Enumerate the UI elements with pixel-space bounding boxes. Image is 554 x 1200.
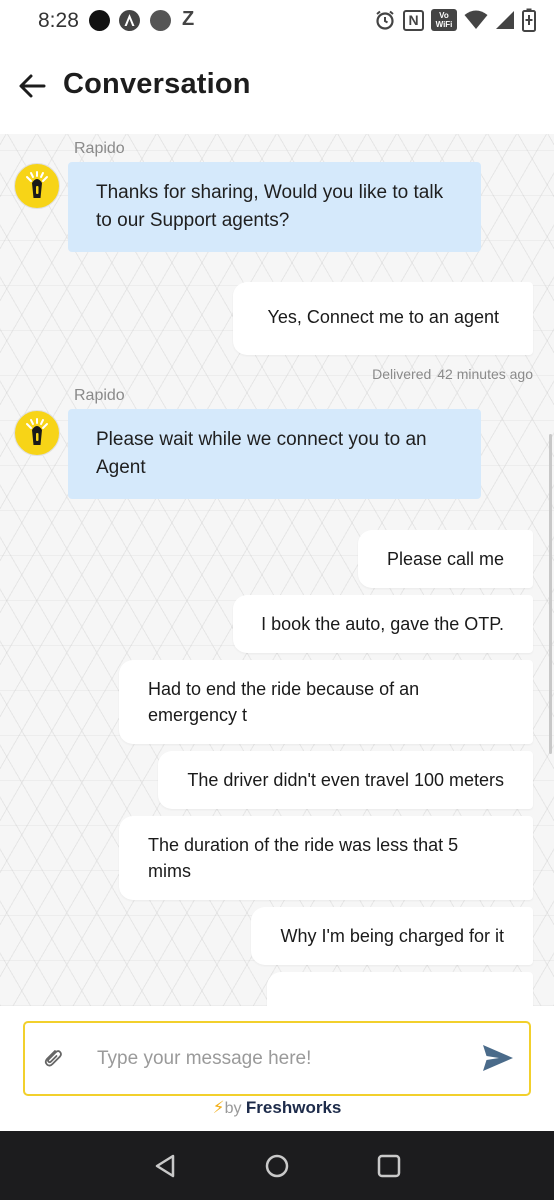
avatar	[14, 410, 60, 456]
message-bubble-incoming: Thanks for sharing, Would you like to ta…	[68, 162, 481, 252]
nav-recents-icon[interactable]	[374, 1151, 404, 1181]
dot-icon	[150, 10, 171, 31]
message-bubble-incoming: Please wait while we connect you to an A…	[68, 409, 481, 499]
battery-icon	[522, 8, 536, 32]
nfc-icon: N	[403, 9, 424, 31]
wifi-icon	[464, 10, 488, 29]
back-button[interactable]	[14, 68, 50, 104]
message-bubble-outgoing: Yes, Connect me to an agent	[232, 282, 533, 355]
powered-by-label: by	[224, 1100, 242, 1117]
nav-back-icon[interactable]	[151, 1151, 181, 1181]
vowifi-label-top: Vo	[439, 11, 449, 20]
z-icon: Z	[182, 8, 195, 30]
signal-icon	[496, 11, 514, 29]
message-bubble-outgoing: The driver didn't even travel 100 meters	[158, 751, 533, 809]
rapido-logo-icon	[26, 418, 48, 445]
nav-home-icon[interactable]	[262, 1151, 292, 1181]
message-bubble-outgoing: The duration of the ride was less that 5…	[119, 816, 533, 900]
avatar	[14, 163, 60, 209]
message-bubble-outgoing-partial	[267, 972, 533, 1006]
message-composer	[23, 1021, 531, 1096]
scrollbar[interactable]	[549, 434, 552, 754]
message-input[interactable]	[97, 1041, 457, 1077]
delivered-label: Delivered	[372, 366, 432, 382]
vowifi-label-bottom: WiFi	[435, 20, 453, 29]
message-bubble-outgoing: Why I'm being charged for it	[251, 907, 533, 965]
circle-icon	[89, 10, 110, 31]
freshworks-brand: Freshworks	[245, 1098, 342, 1117]
arrow-left-icon	[19, 74, 46, 98]
message-bubble-outgoing: Had to end the ride because of an emerge…	[119, 660, 533, 744]
bolt-icon: ⚡	[212, 1098, 225, 1117]
delivered-time: 42 minutes ago	[437, 366, 533, 382]
status-time: 8:28	[38, 9, 79, 32]
delivery-status: Delivered 42 minutes ago	[372, 366, 533, 382]
message-bubble-outgoing: I book the auto, gave the OTP.	[233, 595, 533, 653]
send-icon[interactable]	[481, 1041, 515, 1075]
rapido-logo-icon	[26, 171, 48, 198]
sender-name: Rapido	[74, 140, 125, 157]
vowifi-icon: Vo WiFi	[431, 9, 457, 31]
a-circle-icon	[119, 10, 140, 31]
message-bubble-outgoing: Please call me	[357, 530, 533, 588]
system-nav-bar	[0, 1131, 554, 1200]
paperclip-icon[interactable]	[39, 1045, 65, 1071]
status-bar: 8:28 Z N Vo WiFi	[0, 0, 554, 42]
alarm-icon	[376, 10, 394, 30]
app-bar: Conversation	[0, 42, 554, 134]
powered-by: ⚡by Freshworks	[0, 1098, 554, 1118]
page-title: Conversation	[63, 68, 251, 100]
sender-name: Rapido	[74, 387, 125, 404]
chat-area[interactable]: Rapido Thanks for sharing, Would you lik…	[0, 134, 554, 1006]
